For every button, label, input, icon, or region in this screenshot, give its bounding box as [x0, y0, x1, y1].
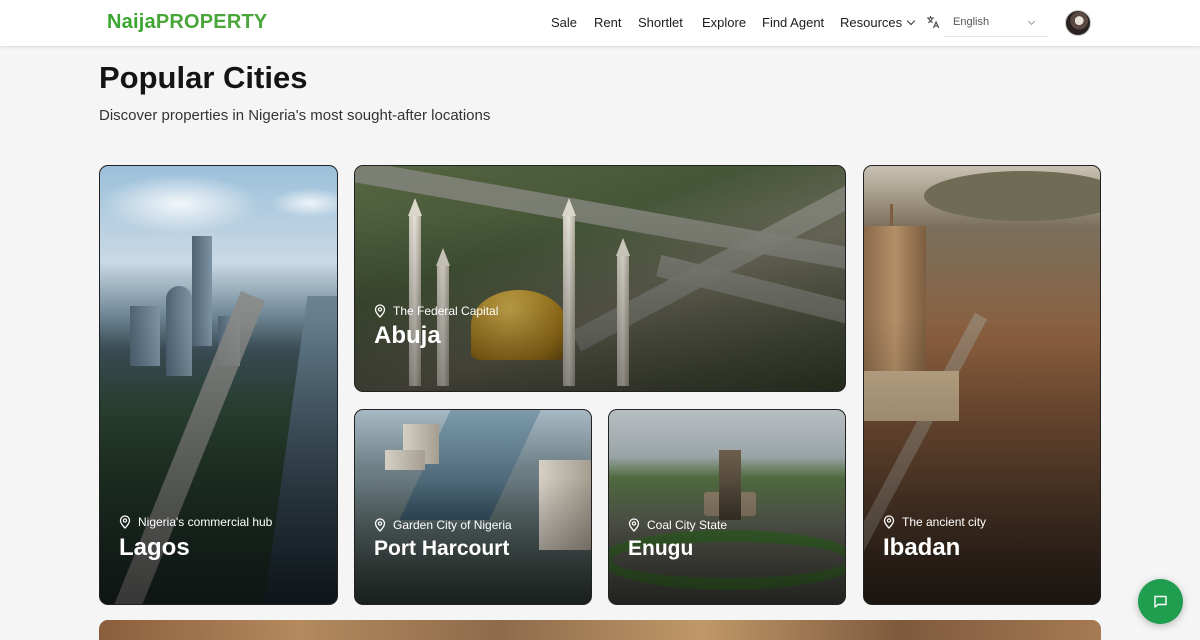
city-tagline-text: Nigeria's commercial hub [138, 515, 273, 529]
city-tagline: Garden City of Nigeria [374, 518, 512, 532]
user-avatar[interactable] [1065, 10, 1091, 36]
city-tagline: Nigeria's commercial hub [119, 515, 272, 529]
logo-property: PROPERTY [155, 11, 268, 33]
card-overlay [355, 410, 591, 604]
chevron-down-icon [1027, 17, 1036, 26]
city-name: Abuja [374, 322, 441, 349]
city-tagline-text: Garden City of Nigeria [393, 518, 512, 532]
city-card-enugu[interactable]: Coal City State Enugu [608, 409, 846, 605]
nav-explore[interactable]: Explore [702, 15, 746, 30]
card-overlay [609, 410, 845, 604]
next-section-image [99, 620, 1101, 640]
city-tagline: Coal City State [628, 518, 727, 532]
location-pin-icon [628, 518, 640, 532]
city-name: Lagos [119, 534, 190, 561]
chevron-down-icon [906, 16, 916, 26]
city-card-abuja[interactable]: The Federal Capital Abuja [354, 165, 846, 392]
location-pin-icon [883, 515, 895, 529]
city-card-lagos[interactable]: Nigeria's commercial hub Lagos [99, 165, 338, 605]
city-name: Ibadan [883, 534, 961, 561]
nav-resources-label: Resources [840, 15, 903, 30]
page-subtitle: Discover properties in Nigeria's most so… [99, 107, 491, 124]
nav-sale[interactable]: Sale [551, 15, 577, 30]
site-logo[interactable]: NaijaPROPERTY [107, 11, 267, 34]
city-tagline-text: The Federal Capital [393, 304, 499, 318]
city-name: Enugu [628, 537, 694, 560]
city-card-ibadan[interactable]: The ancient city Ibadan [863, 165, 1101, 605]
logo-naija: Naija [107, 11, 156, 33]
nav-find-agent[interactable]: Find Agent [762, 15, 824, 30]
city-tagline: The ancient city [883, 515, 986, 529]
location-pin-icon [374, 518, 386, 532]
card-overlay [355, 166, 845, 391]
chat-icon [1154, 595, 1167, 608]
translate-icon [927, 16, 940, 29]
nav-rent[interactable]: Rent [594, 15, 621, 30]
nav-shortlet[interactable]: Shortlet [638, 15, 683, 30]
nav-resources[interactable]: Resources [840, 15, 916, 30]
city-name: Port Harcourt [374, 537, 510, 560]
location-pin-icon [374, 304, 386, 318]
location-pin-icon [119, 515, 131, 529]
city-tagline-text: Coal City State [647, 518, 728, 532]
chat-button[interactable] [1138, 579, 1183, 624]
city-tagline-text: The ancient city [902, 515, 987, 529]
page-title: Popular Cities [99, 60, 308, 95]
city-tagline: The Federal Capital [374, 304, 498, 318]
language-value: English [953, 16, 990, 28]
city-card-port-harcourt[interactable]: Garden City of Nigeria Port Harcourt [354, 409, 592, 605]
top-navbar: NaijaPROPERTY Sale Rent Shortlet Explore… [0, 0, 1200, 46]
language-select[interactable]: English [944, 9, 1048, 37]
